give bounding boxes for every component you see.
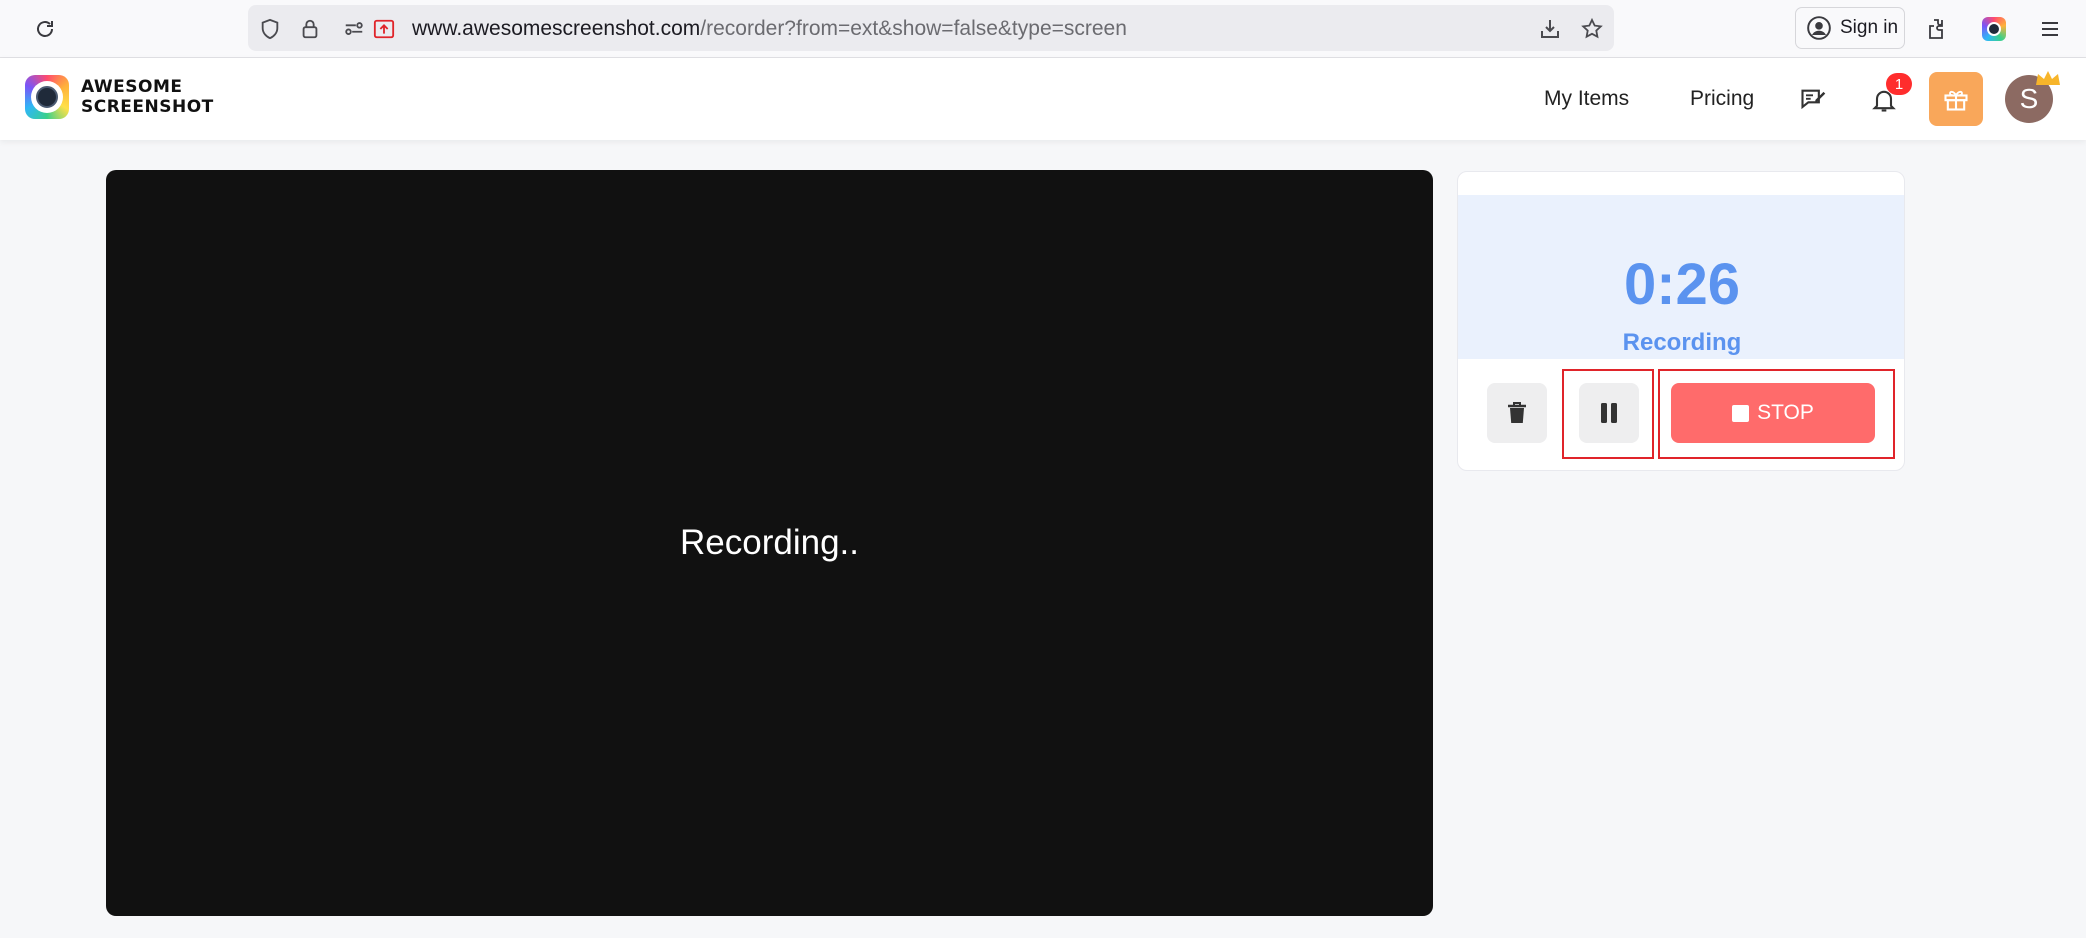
crown-icon [2036, 71, 2060, 85]
stop-square-icon [1732, 404, 1750, 422]
url-path: /recorder?from=ext&show=false&type=scree… [700, 17, 1127, 40]
preview-status-text: Recording.. [680, 523, 859, 562]
pause-icon [1601, 403, 1617, 423]
gift-icon [1944, 90, 1968, 111]
pause-button[interactable] [1579, 383, 1639, 443]
logo-icon [25, 75, 69, 119]
reload-icon [37, 21, 53, 37]
timer-box: 0:26 Recording [1458, 195, 1904, 359]
url-bar[interactable]: www.awesomescreenshot.com/recorder?from=… [248, 5, 1614, 51]
recording-status: Recording [1622, 329, 1742, 356]
lock-icon[interactable] [298, 17, 322, 41]
permissions-icon[interactable] [342, 17, 366, 41]
url-text[interactable]: www.awesomescreenshot.com/recorder?from=… [412, 17, 1127, 41]
feedback-icon[interactable] [1797, 84, 1829, 116]
recording-timer: 0:26 [1623, 252, 1741, 317]
upload-icon[interactable] [372, 17, 396, 41]
download-icon[interactable] [1538, 17, 1562, 41]
shield-icon[interactable] [258, 17, 282, 41]
awesome-screenshot-logo[interactable]: AWESOME SCREENSHOT [25, 75, 214, 119]
reload-button[interactable] [28, 14, 62, 44]
app-header: AWESOME SCREENSHOT My Items Pricing [0, 58, 2086, 140]
menu-icon[interactable] [2035, 14, 2065, 44]
browser-toolbar: www.awesomescreenshot.com/recorder?from=… [0, 0, 2086, 58]
account-icon [1807, 16, 1831, 40]
url-host: www.awesomescreenshot.com [412, 17, 701, 40]
notification-badge: 1 [1886, 73, 1912, 95]
colorful-extension-icon[interactable] [1979, 14, 2009, 44]
nav-my-items[interactable]: My Items [1544, 87, 1629, 111]
trash-icon [1508, 402, 1526, 423]
nav-pricing[interactable]: Pricing [1690, 87, 1754, 111]
gift-button[interactable] [1929, 72, 1983, 126]
logo-line1: AWESOME [81, 77, 183, 97]
extensions-icon[interactable] [1922, 14, 1952, 44]
stop-button[interactable]: STOP [1671, 383, 1875, 443]
star-icon[interactable] [1580, 17, 1604, 41]
delete-button[interactable] [1487, 383, 1547, 443]
sign-in-label: Sign in [1840, 17, 1899, 38]
sign-in-button[interactable]: Sign in [1795, 7, 1905, 49]
logo-line2: SCREENSHOT [81, 97, 214, 117]
logo-text: AWESOME SCREENSHOT [81, 77, 214, 117]
stop-label: STOP [1757, 401, 1814, 424]
recording-preview: Recording.. [106, 170, 1433, 916]
